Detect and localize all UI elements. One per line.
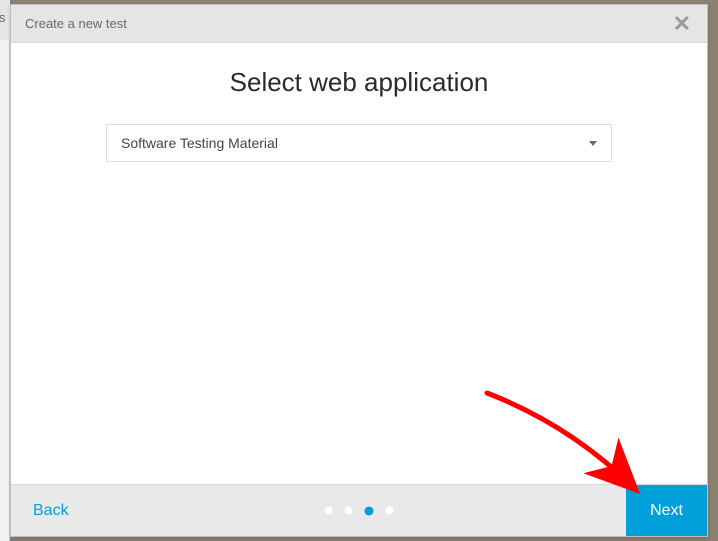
modal-footer: Back Next	[11, 484, 707, 536]
select-value: Software Testing Material	[121, 135, 278, 151]
next-button[interactable]: Next	[626, 485, 707, 536]
background-edge-text: s	[0, 10, 6, 25]
modal-header: Create a new test ✕	[11, 5, 707, 43]
step-dot-2	[345, 507, 353, 515]
step-indicator	[325, 506, 394, 515]
page-heading: Select web application	[230, 67, 489, 98]
back-button[interactable]: Back	[11, 485, 91, 536]
background-edge: s	[0, 0, 10, 541]
chevron-down-icon	[589, 141, 597, 146]
step-dot-1	[325, 507, 333, 515]
step-dot-4	[386, 507, 394, 515]
modal-body: Select web application Software Testing …	[11, 43, 707, 484]
modal-title: Create a new test	[25, 16, 127, 31]
create-test-modal: Create a new test ✕ Select web applicati…	[10, 4, 708, 537]
close-icon[interactable]: ✕	[671, 13, 693, 35]
web-application-select[interactable]: Software Testing Material	[106, 124, 612, 162]
step-dot-3	[365, 506, 374, 515]
